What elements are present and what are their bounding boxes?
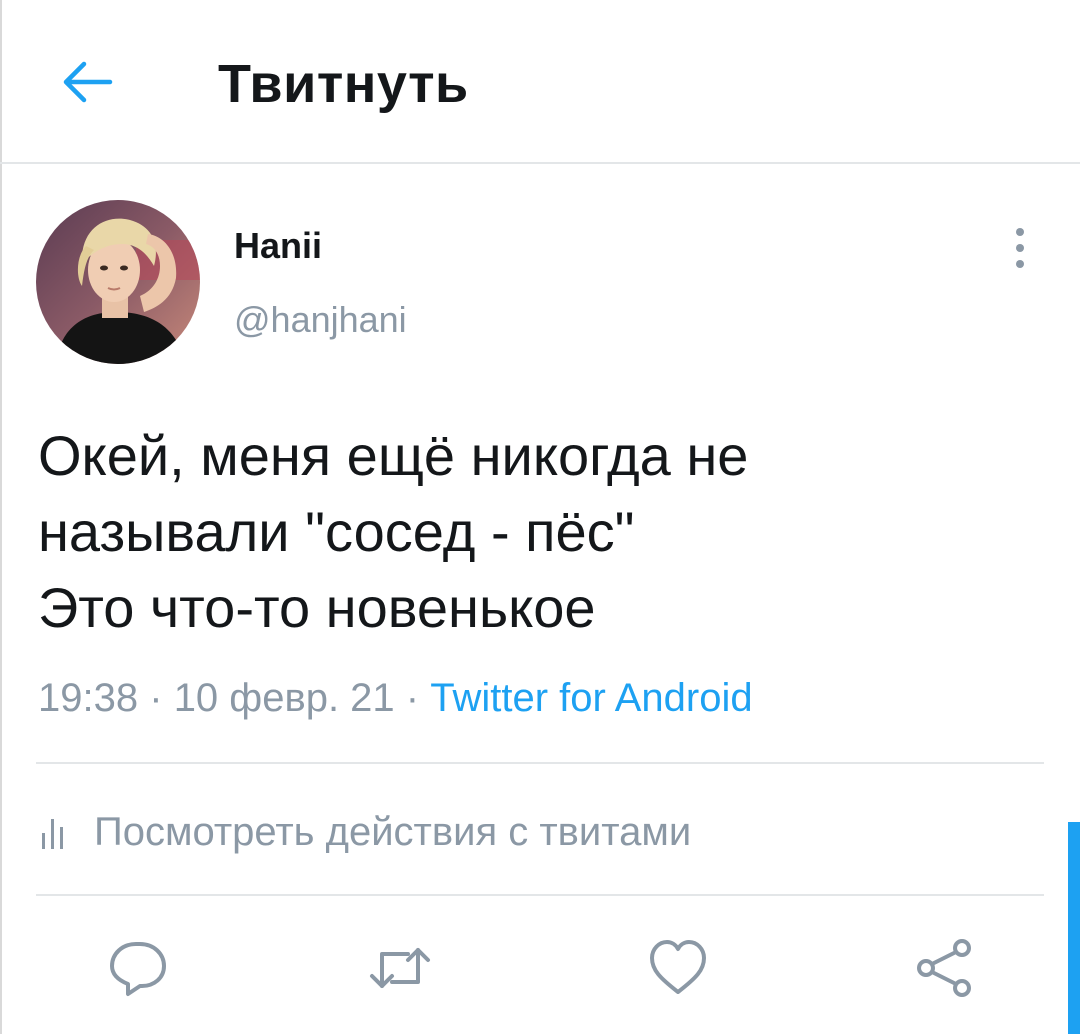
heart-icon	[650, 940, 706, 994]
share-button[interactable]	[912, 936, 976, 1000]
retweet-button[interactable]	[368, 936, 432, 1000]
divider	[36, 762, 1044, 764]
author-handle[interactable]: @hanjhani	[234, 298, 407, 342]
back-button[interactable]	[54, 52, 118, 112]
like-button[interactable]	[646, 936, 710, 1000]
activity-label: Посмотреть действия с твитами	[94, 810, 692, 854]
tweet-metadata: 19:38 · 10 февр. 21 · Twitter for Androi…	[38, 672, 753, 724]
retweet-icon	[370, 948, 430, 988]
author-name[interactable]: Hanii	[234, 224, 322, 268]
divider	[36, 894, 1044, 896]
share-icon	[917, 939, 971, 997]
analytics-bars-icon	[42, 819, 63, 849]
tweet-text-line: называли "сосед - пёс"	[38, 500, 635, 563]
reply-icon	[110, 942, 166, 996]
arrow-left-icon	[63, 61, 113, 103]
tweet-text-line: Окей, меня ещё никогда не	[38, 424, 749, 487]
reply-button[interactable]	[106, 936, 170, 1000]
more-vertical-icon	[1016, 228, 1024, 268]
meta-separator: ·	[405, 676, 420, 720]
meta-separator: ·	[149, 676, 163, 720]
more-options-button[interactable]	[1002, 222, 1038, 274]
tweet-source-link[interactable]: Twitter for Android	[430, 676, 752, 720]
view-tweet-activity-button[interactable]: Посмотреть действия с твитами	[38, 804, 691, 860]
tweet-text: Окей, меня ещё никогда не называли "сосе…	[38, 418, 1048, 646]
tweet-date: 10 февр. 21	[173, 676, 395, 720]
tweet-time: 19:38	[38, 676, 139, 720]
tweet-text-line: Это что-то новенькое	[38, 576, 596, 639]
top-app-bar: Твитнуть	[0, 0, 1080, 164]
page-title: Твитнуть	[218, 54, 469, 114]
scrollbar-thumb[interactable]	[1068, 822, 1080, 1034]
avatar[interactable]	[36, 200, 200, 364]
